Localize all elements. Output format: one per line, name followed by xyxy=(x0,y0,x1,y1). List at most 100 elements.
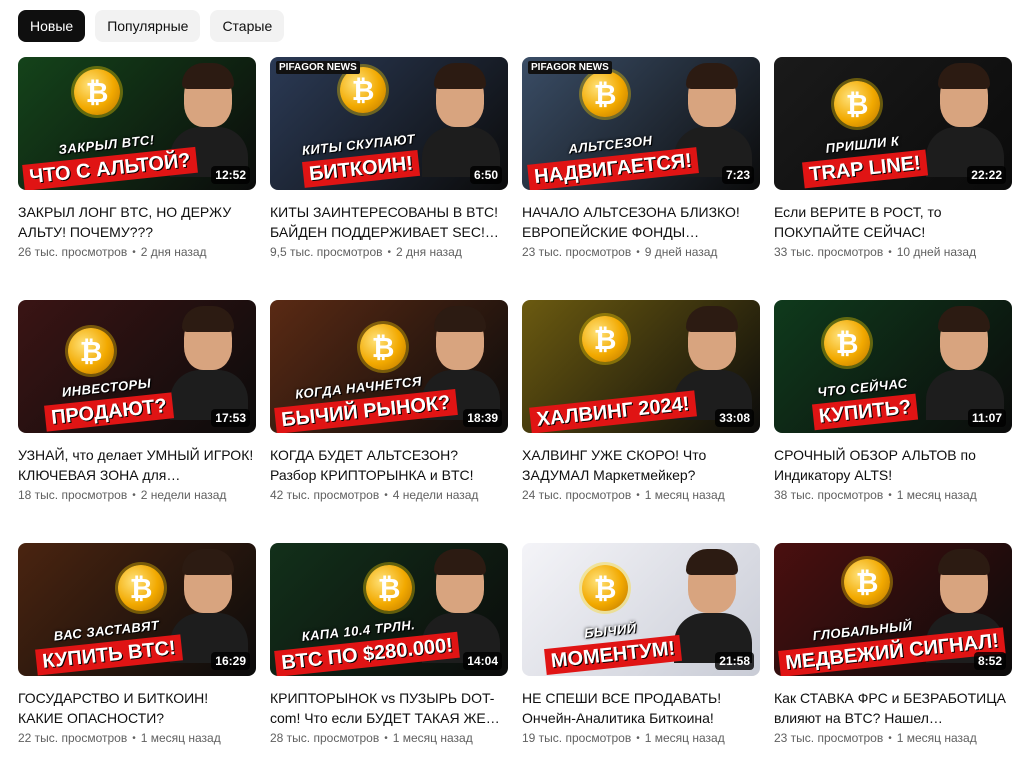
video-title[interactable]: КИТЫ ЗАИНТЕРЕСОВАНЫ В BTC! БАЙДЕН ПОДДЕР… xyxy=(270,202,508,242)
separator-dot: • xyxy=(636,732,640,744)
video-duration: 12:52 xyxy=(211,166,250,184)
channel-brand-label: PIFAGOR NEWS xyxy=(528,61,612,74)
video-meta: 18 тыс. просмотров • 2 недели назад xyxy=(18,488,256,502)
video-card[interactable]: ₿ КОГДА НАЧНЕТСЯ БЫЧИЙ РЫНОК? 18:39 КОГД… xyxy=(270,300,508,543)
view-count: 38 тыс. просмотров xyxy=(774,488,884,502)
video-card[interactable]: ₿ ПРИШЛИ К TRAP LINE! 22:22 Если ВЕРИТЕ … xyxy=(774,57,1012,300)
upload-age: 4 недели назад xyxy=(392,488,479,502)
video-card[interactable]: ₿ ВАС ЗАСТАВЯТ КУПИТЬ BTC! 16:29 ГОСУДАР… xyxy=(18,543,256,774)
bitcoin-coin-icon: ₿ xyxy=(834,81,880,127)
video-duration: 21:58 xyxy=(715,652,754,670)
view-count: 9,5 тыс. просмотров xyxy=(270,245,383,259)
separator-dot: • xyxy=(132,732,136,744)
separator-dot: • xyxy=(888,489,892,501)
video-meta: 9,5 тыс. просмотров • 2 дня назад xyxy=(270,245,508,259)
video-thumbnail[interactable]: ₿ ИНВЕСТОРЫ ПРОДАЮТ? 17:53 xyxy=(18,300,256,433)
video-duration: 16:29 xyxy=(211,652,250,670)
video-thumbnail[interactable]: ₿ ЗАКРЫЛ BTC! ЧТО С АЛЬТОЙ? 12:52 xyxy=(18,57,256,190)
video-title[interactable]: ХАЛВИНГ УЖЕ СКОРО! Что ЗАДУМАЛ Маркетмей… xyxy=(522,445,760,485)
video-title[interactable]: Как СТАВКА ФРС и БЕЗРАБОТИЦА влияют на B… xyxy=(774,688,1012,728)
upload-age: 1 месяц назад xyxy=(140,731,221,745)
video-thumbnail[interactable]: ₿ ЧТО СЕЙЧАС КУПИТЬ? 11:07 xyxy=(774,300,1012,433)
video-card[interactable]: ₿ ЧТО СЕЙЧАС КУПИТЬ? 11:07 СРОЧНЫЙ ОБЗОР… xyxy=(774,300,1012,543)
upload-age: 2 недели назад xyxy=(140,488,227,502)
video-title[interactable]: Если ВЕРИТЕ В РОСТ, то ПОКУПАЙТЕ СЕЙЧАС! xyxy=(774,202,1012,242)
video-meta: 28 тыс. просмотров • 1 месяц назад xyxy=(270,731,508,745)
upload-age: 1 месяц назад xyxy=(896,488,977,502)
upload-age: 1 месяц назад xyxy=(392,731,473,745)
video-duration: 33:08 xyxy=(715,409,754,427)
bitcoin-coin-icon: ₿ xyxy=(360,324,406,370)
view-count: 42 тыс. просмотров xyxy=(270,488,380,502)
video-duration: 18:39 xyxy=(463,409,502,427)
chip-old[interactable]: Старые xyxy=(210,10,285,42)
view-count: 18 тыс. просмотров xyxy=(18,488,128,502)
video-duration: 6:50 xyxy=(469,166,502,184)
video-title[interactable]: ГОСУДАРСТВО И БИТКОИН! КАКИЕ ОПАСНОСТИ? xyxy=(18,688,256,728)
video-card[interactable]: ₿ ХАЛВИНГ 2024! 33:08 ХАЛВИНГ УЖЕ СКОРО!… xyxy=(522,300,760,543)
video-card[interactable]: ₿ КАПА 10.4 ТРЛН. BTC ПО $280.000! 14:04… xyxy=(270,543,508,774)
bitcoin-coin-icon: ₿ xyxy=(582,565,628,611)
video-duration: 7:23 xyxy=(721,166,754,184)
filter-chips: Новые Популярные Старые xyxy=(18,10,285,42)
view-count: 28 тыс. просмотров xyxy=(270,731,380,745)
upload-age: 2 дня назад xyxy=(396,245,462,259)
video-card[interactable]: ₿ PIFAGOR NEWS КИТЫ СКУПАЮТ БИТКОИН! 6:5… xyxy=(270,57,508,300)
chip-new[interactable]: Новые xyxy=(18,10,86,42)
video-thumbnail[interactable]: ₿ PIFAGOR NEWS АЛЬТСЕЗОН НАДВИГАЕТСЯ! 7:… xyxy=(522,57,760,190)
video-thumbnail[interactable]: ₿ КОГДА НАЧНЕТСЯ БЫЧИЙ РЫНОК? 18:39 xyxy=(270,300,508,433)
separator-dot: • xyxy=(132,246,136,258)
video-card[interactable]: ₿ ЗАКРЫЛ BTC! ЧТО С АЛЬТОЙ? 12:52 ЗАКРЫЛ… xyxy=(18,57,256,300)
video-card[interactable]: ₿ БЫЧИЙ МОМЕНТУМ! 21:58 НЕ СПЕШИ ВСЕ ПРО… xyxy=(522,543,760,774)
video-meta: 19 тыс. просмотров • 1 месяц назад xyxy=(522,731,760,745)
video-grid: ₿ ЗАКРЫЛ BTC! ЧТО С АЛЬТОЙ? 12:52 ЗАКРЫЛ… xyxy=(18,57,1012,774)
video-thumbnail[interactable]: ₿ КАПА 10.4 ТРЛН. BTC ПО $280.000! 14:04 xyxy=(270,543,508,676)
channel-brand-label: PIFAGOR NEWS xyxy=(276,61,360,74)
view-count: 23 тыс. просмотров xyxy=(774,731,884,745)
view-count: 33 тыс. просмотров xyxy=(774,245,884,259)
chip-popular[interactable]: Популярные xyxy=(95,10,201,42)
video-title[interactable]: ЗАКРЫЛ ЛОНГ BTC, НО ДЕРЖУ АЛЬТУ! ПОЧЕМУ?… xyxy=(18,202,256,242)
bitcoin-coin-icon: ₿ xyxy=(582,316,628,362)
video-meta: 26 тыс. просмотров • 2 дня назад xyxy=(18,245,256,259)
video-duration: 14:04 xyxy=(463,652,502,670)
separator-dot: • xyxy=(888,246,892,258)
video-card[interactable]: ₿ ИНВЕСТОРЫ ПРОДАЮТ? 17:53 УЗНАЙ, что де… xyxy=(18,300,256,543)
video-duration: 17:53 xyxy=(211,409,250,427)
video-title[interactable]: НАЧАЛО АЛЬТСЕЗОНА БЛИЗКО! ЕВРОПЕЙСКИЕ ФО… xyxy=(522,202,760,242)
video-meta: 22 тыс. просмотров • 1 месяц назад xyxy=(18,731,256,745)
video-thumbnail[interactable]: ₿ ХАЛВИНГ 2024! 33:08 xyxy=(522,300,760,433)
upload-age: 9 дней назад xyxy=(644,245,718,259)
video-title[interactable]: НЕ СПЕШИ ВСЕ ПРОДАВАТЬ! Ончейн-Аналитика… xyxy=(522,688,760,728)
video-title[interactable]: УЗНАЙ, что делает УМНЫЙ ИГРОК! КЛЮЧЕВАЯ … xyxy=(18,445,256,485)
view-count: 26 тыс. просмотров xyxy=(18,245,128,259)
video-card[interactable]: ₿ PIFAGOR NEWS АЛЬТСЕЗОН НАДВИГАЕТСЯ! 7:… xyxy=(522,57,760,300)
bitcoin-coin-icon: ₿ xyxy=(844,559,890,605)
separator-dot: • xyxy=(384,732,388,744)
video-thumbnail[interactable]: ₿ ВАС ЗАСТАВЯТ КУПИТЬ BTC! 16:29 xyxy=(18,543,256,676)
separator-dot: • xyxy=(636,489,640,501)
video-meta: 23 тыс. просмотров • 9 дней назад xyxy=(522,245,760,259)
video-thumbnail[interactable]: ₿ БЫЧИЙ МОМЕНТУМ! 21:58 xyxy=(522,543,760,676)
separator-dot: • xyxy=(384,489,388,501)
video-thumbnail[interactable]: ₿ PIFAGOR NEWS КИТЫ СКУПАЮТ БИТКОИН! 6:5… xyxy=(270,57,508,190)
separator-dot: • xyxy=(387,246,392,258)
view-count: 24 тыс. просмотров xyxy=(522,488,632,502)
video-thumbnail[interactable]: ₿ ГЛОБАЛЬНЫЙ МЕДВЕЖИЙ СИГНАЛ! 8:52 xyxy=(774,543,1012,676)
upload-age: 1 месяц назад xyxy=(644,731,725,745)
video-title[interactable]: СРОЧНЫЙ ОБЗОР АЛЬТОВ по Индикатору ALTS! xyxy=(774,445,1012,485)
bitcoin-coin-icon: ₿ xyxy=(582,71,628,117)
video-title[interactable]: КОГДА БУДЕТ АЛЬТСЕЗОН? Разбор КРИПТОРЫНК… xyxy=(270,445,508,485)
video-card[interactable]: ₿ ГЛОБАЛЬНЫЙ МЕДВЕЖИЙ СИГНАЛ! 8:52 Как С… xyxy=(774,543,1012,774)
upload-age: 1 месяц назад xyxy=(896,731,977,745)
view-count: 22 тыс. просмотров xyxy=(18,731,128,745)
bitcoin-coin-icon: ₿ xyxy=(118,565,164,611)
separator-dot: • xyxy=(636,246,640,258)
bitcoin-coin-icon: ₿ xyxy=(68,328,114,374)
view-count: 19 тыс. просмотров xyxy=(522,731,632,745)
bitcoin-coin-icon: ₿ xyxy=(74,69,120,115)
video-meta: 42 тыс. просмотров • 4 недели назад xyxy=(270,488,508,502)
upload-age: 1 месяц назад xyxy=(644,488,725,502)
video-thumbnail[interactable]: ₿ ПРИШЛИ К TRAP LINE! 22:22 xyxy=(774,57,1012,190)
video-title[interactable]: КРИПТОРЫНОК vs ПУЗЫРЬ DOT-com! Что если … xyxy=(270,688,508,728)
